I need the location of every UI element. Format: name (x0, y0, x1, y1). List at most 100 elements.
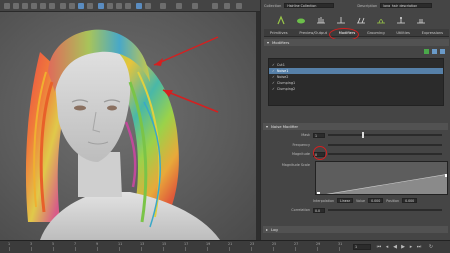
list-item[interactable]: ✓ Clumping2 (269, 86, 443, 92)
tab-primitives[interactable]: Primitives (270, 31, 288, 35)
interpolation-label: Interpolation (313, 198, 335, 203)
step-back-icon[interactable]: ◂ (384, 244, 390, 250)
frequency-row: Frequency (263, 142, 448, 148)
camera-icon[interactable] (13, 3, 19, 9)
checkbox-icon[interactable]: ✓ (272, 63, 275, 67)
collapse-triangle-icon: ▾ (266, 124, 269, 129)
checkbox-icon[interactable]: ✓ (272, 75, 275, 79)
film-gate-icon[interactable] (40, 3, 46, 9)
grid-icon[interactable] (22, 3, 28, 9)
groom-icon[interactable] (396, 15, 406, 25)
correlation-field[interactable]: 0.0 (313, 207, 325, 213)
gamma-icon[interactable] (176, 3, 182, 9)
bookmark-icon[interactable] (31, 3, 37, 9)
tab-preview-output[interactable]: Preview/Output (299, 31, 327, 35)
mask-field[interactable]: 1 (313, 132, 325, 138)
magnitude-scale-label: Magnitude Scale (281, 163, 310, 167)
sculpt-guides-icon[interactable] (316, 15, 326, 25)
preview-icon[interactable] (376, 15, 386, 25)
tick-label: 31 (338, 242, 343, 246)
resolution-gate-icon[interactable] (49, 3, 55, 9)
loop-icon[interactable]: ↻ (428, 244, 434, 250)
tick-label: 9 (96, 242, 99, 246)
tick-mark (207, 247, 208, 251)
frequency-label: Frequency (292, 143, 310, 147)
tick-mark (31, 247, 32, 251)
add-guides-icon[interactable] (276, 15, 286, 25)
add-modifier-icon[interactable] (424, 49, 429, 54)
tick-label: 27 (294, 242, 299, 246)
exposure-icon[interactable] (160, 3, 166, 9)
checkbox-icon[interactable]: ✓ (272, 69, 275, 73)
antialias-icon[interactable] (125, 3, 131, 9)
viewport-menu-icon[interactable] (212, 3, 218, 9)
tick-label: 7 (74, 242, 77, 246)
interpolation-row: Interpolation Linear Value 0.000 Positio… (263, 197, 448, 204)
checkbox-icon[interactable]: ✓ (272, 81, 275, 85)
tick-label: 25 (272, 242, 277, 246)
modifier-list: ✓ Cut1 ✓ Noise1 ✓ Noise2 ✓ Clumping1 ✓ C… (268, 58, 444, 106)
hair-render (25, 29, 220, 240)
lights-icon[interactable] (87, 3, 93, 9)
mask-label: Mask (301, 133, 310, 137)
frequency-slider[interactable] (328, 144, 442, 146)
clear-icon[interactable] (416, 15, 426, 25)
ambient-occlusion-icon[interactable] (107, 3, 113, 9)
play-back-icon[interactable]: ◀ (392, 244, 398, 250)
tick-mark (229, 247, 230, 251)
noise-section-header[interactable]: ▾ Noise Modifier (263, 123, 448, 130)
textured-icon[interactable] (78, 3, 84, 9)
correlation-row: Correlation 0.0 (263, 207, 448, 213)
isolate-select-icon[interactable] (145, 3, 151, 9)
tick-label: 23 (250, 242, 255, 246)
modifiers-section-header[interactable]: ▾ Modifiers (264, 39, 449, 46)
render-view-icon[interactable] (236, 3, 242, 9)
mask-slider[interactable] (328, 132, 442, 138)
value-label: Value (356, 198, 366, 203)
color-management-icon[interactable] (192, 3, 198, 9)
graph-key-end[interactable] (445, 174, 448, 177)
tick-mark (163, 247, 164, 251)
go-to-end-icon[interactable]: ⏭ (416, 244, 422, 250)
position-label: Position (386, 198, 400, 203)
magnitude-highlight-circle (313, 146, 327, 160)
magnitude-slider[interactable] (328, 153, 442, 155)
expand-triangle-icon: ▸ (266, 227, 269, 232)
move-up-icon[interactable] (432, 49, 437, 54)
select-tool-icon[interactable] (4, 3, 10, 9)
wireframe-icon[interactable] (60, 3, 66, 9)
interpolation-dropdown[interactable]: Linear (337, 198, 354, 203)
log-section-title: Log (271, 227, 278, 232)
checkbox-icon[interactable]: ✓ (272, 87, 275, 91)
collection-dropdown[interactable]: Hairline Collection (284, 3, 335, 8)
tab-utilities[interactable]: Utilities (396, 31, 410, 35)
guide-tools-icon[interactable] (336, 15, 346, 25)
collection-icon[interactable] (296, 15, 306, 25)
move-down-icon[interactable] (440, 49, 445, 54)
correlation-slider[interactable] (328, 209, 442, 211)
mask-slider-thumb[interactable] (362, 132, 365, 138)
rebuild-guides-icon[interactable] (356, 15, 366, 25)
go-to-start-icon[interactable]: ⏮ (376, 244, 382, 250)
current-frame-field[interactable]: 1 (353, 244, 371, 250)
position-field[interactable]: 0.000 (402, 198, 418, 203)
value-field[interactable]: 0.000 (368, 198, 384, 203)
tick-label: 29 (316, 242, 321, 246)
description-dropdown[interactable]: long_hair_description (380, 3, 433, 8)
viewport[interactable] (0, 12, 256, 240)
shadows-icon[interactable] (98, 3, 104, 9)
tab-expressions[interactable]: Expressions (422, 31, 443, 35)
tick-label: 21 (228, 242, 233, 246)
log-section-header[interactable]: ▸ Log (263, 226, 448, 233)
graph-key-start[interactable] (317, 192, 320, 195)
smooth-shade-icon[interactable] (69, 3, 75, 9)
motion-blur-icon[interactable] (116, 3, 122, 9)
play-forward-icon[interactable]: ▶ (400, 244, 406, 250)
step-forward-icon[interactable]: ▸ (408, 244, 414, 250)
time-slider[interactable]: 1 3 5 7 9 11 13 15 17 19 21 23 25 27 29 … (0, 240, 450, 253)
magnitude-scale-graph[interactable] (315, 161, 448, 195)
tab-grooming[interactable]: Grooming (367, 31, 385, 35)
tick-label: 13 (140, 242, 145, 246)
xray-icon[interactable] (136, 3, 142, 9)
panel-layout-icon[interactable] (224, 3, 230, 9)
